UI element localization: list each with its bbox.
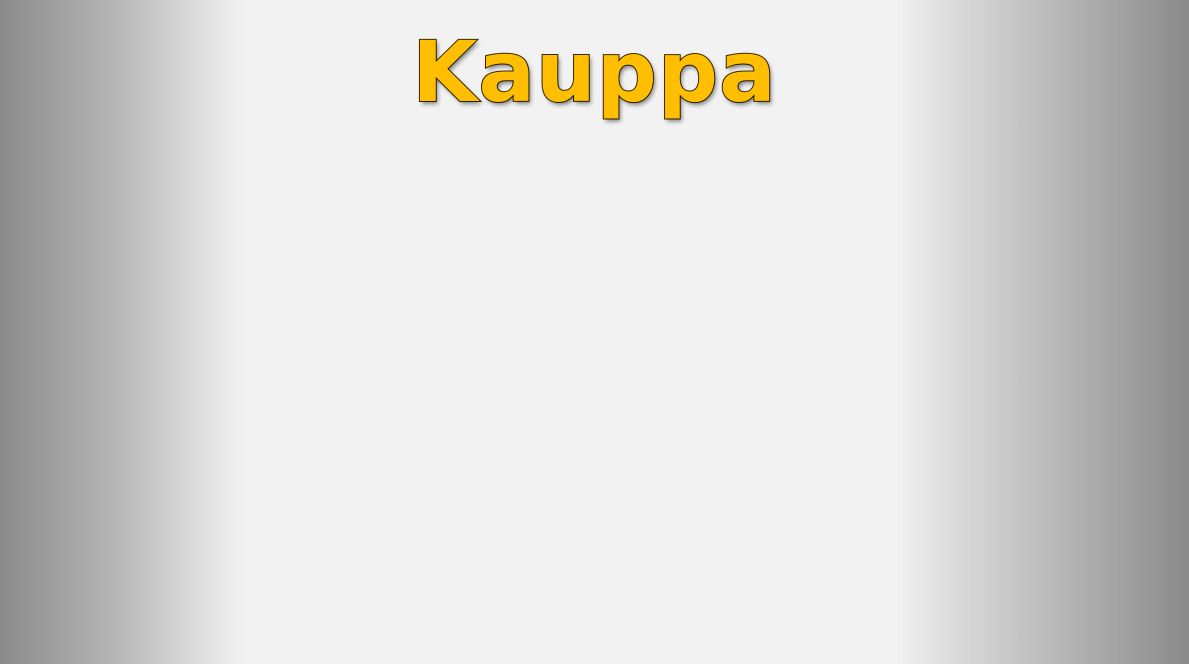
- slide-title: Kauppa: [411, 22, 777, 122]
- slide: Kauppa: [0, 0, 1189, 664]
